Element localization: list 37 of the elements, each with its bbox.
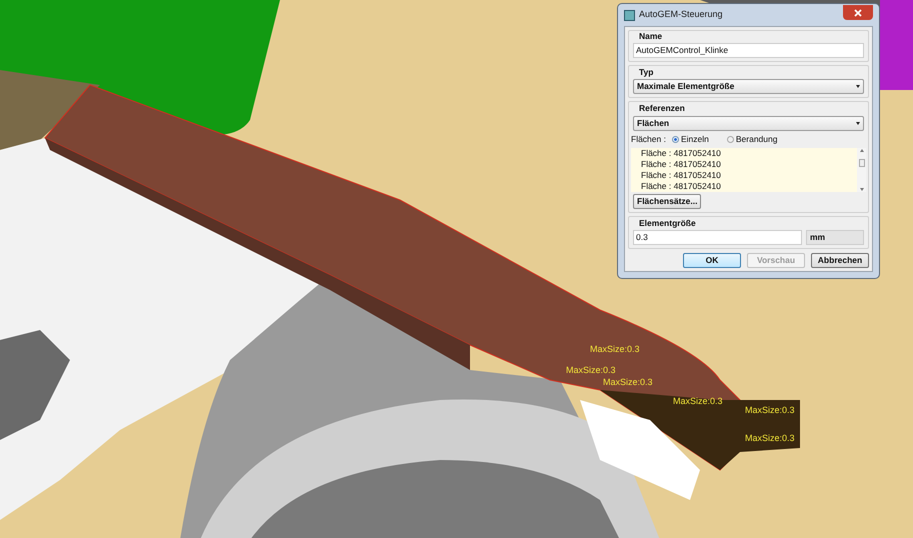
references-dropdown[interactable]: Flächen bbox=[633, 116, 864, 132]
scroll-down-icon[interactable] bbox=[860, 188, 864, 191]
group-label: Name bbox=[639, 30, 664, 43]
unit-label: mm bbox=[806, 230, 864, 245]
close-icon bbox=[854, 8, 862, 16]
element-size-field[interactable]: 0.3 bbox=[633, 230, 802, 245]
mesh-size-label: MaxSize:0.3 bbox=[590, 344, 640, 354]
radio-option[interactable]: Einzeln bbox=[672, 133, 709, 146]
dialog-button[interactable]: Abbrechen bbox=[811, 252, 869, 268]
caret-icon bbox=[856, 122, 860, 126]
dialog-button[interactable]: OK bbox=[683, 252, 741, 268]
group-label: Referenzen bbox=[639, 102, 686, 114]
scrollbar[interactable] bbox=[857, 148, 866, 192]
mesh-size-label: MaxSize:0.3 bbox=[745, 433, 795, 443]
radio-button[interactable] bbox=[726, 136, 734, 144]
caret-icon bbox=[856, 84, 860, 88]
app-icon bbox=[624, 10, 635, 20]
type-dropdown[interactable]: Maximale Elementgröße bbox=[633, 78, 864, 94]
surface-sets-button[interactable]: Flächensätze... bbox=[633, 194, 702, 209]
surface-list-item[interactable]: Fläche : 4817052410 bbox=[641, 181, 857, 192]
close-button[interactable] bbox=[843, 5, 873, 20]
mesh-size-label: MaxSize:0.3 bbox=[566, 365, 616, 375]
scroll-up-icon[interactable] bbox=[860, 149, 864, 152]
mesh-size-label: MaxSize:0.3 bbox=[603, 377, 653, 387]
surface-list-item[interactable]: Fläche : 4817052410 bbox=[641, 148, 857, 159]
scroll-thumb[interactable] bbox=[858, 159, 864, 167]
surface-list-item[interactable]: Fläche : 4817052410 bbox=[641, 159, 857, 170]
name-field[interactable]: AutoGEMControl_Klinke bbox=[633, 42, 864, 58]
surface-list-item[interactable]: Fläche : 4817052410 bbox=[641, 170, 857, 181]
radio-option[interactable]: Berandung bbox=[726, 133, 778, 146]
group-label: Elementgröße bbox=[639, 217, 697, 230]
mesh-size-label: MaxSize:0.3 bbox=[673, 396, 723, 406]
window-title: AutoGEM-Steuerung bbox=[639, 8, 723, 22]
mesh-size-label: MaxSize:0.3 bbox=[745, 405, 795, 415]
mode-label: Flächen : bbox=[631, 133, 666, 146]
group-label: Typ bbox=[639, 66, 654, 78]
radio-button[interactable] bbox=[672, 136, 679, 144]
